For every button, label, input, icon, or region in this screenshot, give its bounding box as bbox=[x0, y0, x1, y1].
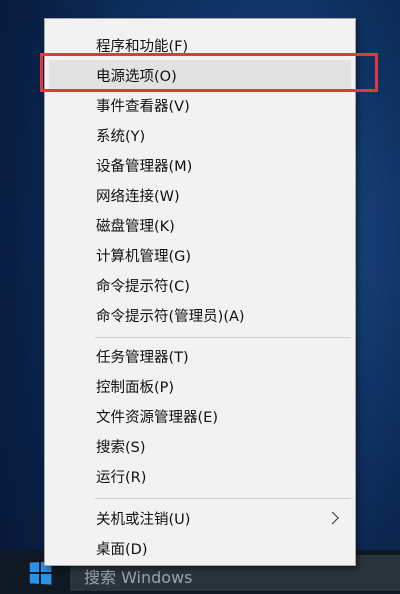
menu-item-label: 事件查看器(V) bbox=[96, 98, 190, 115]
menu-separator bbox=[95, 337, 351, 338]
menu-item-system[interactable]: 系统(Y) bbox=[49, 120, 351, 150]
menu-item-label: 计算机管理(G) bbox=[96, 248, 192, 265]
menu-item-file-explorer[interactable]: 文件资源管理器(E) bbox=[49, 401, 351, 431]
menu-item-search[interactable]: 搜索(S) bbox=[49, 431, 351, 461]
menu-item-disk-management[interactable]: 磁盘管理(K) bbox=[49, 210, 351, 240]
menu-item-label: 任务管理器(T) bbox=[96, 349, 189, 366]
menu-item-label: 控制面板(P) bbox=[96, 379, 175, 396]
menu-item-run[interactable]: 运行(R) bbox=[49, 461, 351, 491]
menu-item-label: 搜索(S) bbox=[96, 439, 146, 456]
menu-item-label: 系统(Y) bbox=[96, 128, 146, 145]
menu-item-shutdown-signout[interactable]: 关机或注销(U) bbox=[49, 503, 351, 533]
menu-item-label: 桌面(D) bbox=[96, 541, 148, 558]
menu-item-computer-management[interactable]: 计算机管理(G) bbox=[49, 240, 351, 270]
menu-item-label: 运行(R) bbox=[96, 469, 147, 486]
chevron-right-icon bbox=[326, 511, 339, 525]
menu-item-label: 关机或注销(U) bbox=[96, 511, 191, 528]
menu-item-network-connections[interactable]: 网络连接(W) bbox=[49, 180, 351, 210]
menu-item-label: 网络连接(W) bbox=[96, 188, 180, 205]
menu-item-command-prompt-admin[interactable]: 命令提示符(管理员)(A) bbox=[49, 300, 351, 330]
menu-item-device-manager[interactable]: 设备管理器(M) bbox=[49, 150, 351, 180]
menu-item-label: 磁盘管理(K) bbox=[96, 218, 175, 235]
menu-item-event-viewer[interactable]: 事件查看器(V) bbox=[49, 90, 351, 120]
menu-item-control-panel[interactable]: 控制面板(P) bbox=[49, 371, 351, 401]
context-menu: 程序和功能(F) 电源选项(O) 事件查看器(V) 系统(Y) 设备管理器(M)… bbox=[44, 18, 356, 566]
menu-item-label: 文件资源管理器(E) bbox=[96, 409, 218, 426]
menu-item-label: 设备管理器(M) bbox=[96, 158, 193, 175]
menu-item-label: 命令提示符(管理员)(A) bbox=[96, 308, 245, 325]
menu-item-desktop[interactable]: 桌面(D) bbox=[49, 533, 351, 563]
annotation-highlight-box bbox=[40, 53, 378, 92]
menu-item-task-manager[interactable]: 任务管理器(T) bbox=[49, 341, 351, 371]
search-placeholder: 搜索 Windows bbox=[84, 568, 193, 587]
menu-item-command-prompt[interactable]: 命令提示符(C) bbox=[49, 270, 351, 300]
menu-separator bbox=[95, 498, 351, 499]
menu-item-label: 命令提示符(C) bbox=[96, 278, 190, 295]
